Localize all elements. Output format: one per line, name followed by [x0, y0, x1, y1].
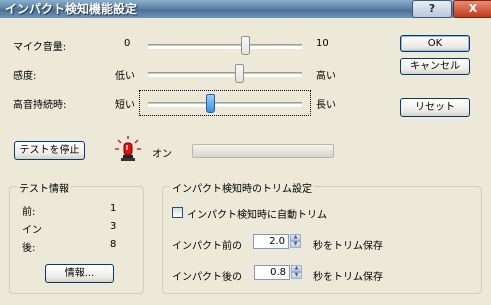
high-pitch-duration-max-label: 長い — [316, 100, 336, 111]
mic-volume-min-label: 0 — [124, 38, 131, 49]
slider-thumb[interactable] — [235, 64, 244, 83]
settings-dialog: インパクト検知機能設定 ? X マイク音量: 0 10 感度: 低い 高い 高音… — [0, 0, 491, 305]
sensitivity-min-label: 低い — [115, 71, 135, 82]
slider-thumb[interactable] — [206, 94, 215, 113]
trim-before-suffix: 秒をトリム保存 — [313, 241, 383, 252]
info-in-label: イン — [22, 225, 42, 236]
slider-track — [148, 44, 302, 49]
help-button[interactable]: ? — [412, 0, 452, 18]
test-info-title: テスト情報 — [17, 180, 71, 195]
auto-trim-checkbox[interactable] — [172, 207, 183, 218]
spin-down-icon[interactable]: ▼ — [290, 241, 301, 248]
info-before-value: 1 — [110, 203, 117, 214]
high-pitch-duration-label: 高音持続時: — [13, 100, 67, 111]
window-title: インパクト検知機能設定 — [5, 2, 138, 16]
title-bar: インパクト検知機能設定 ? X — [0, 0, 491, 18]
info-before-label: 前: — [22, 207, 36, 218]
indicator-status-text: オン — [152, 149, 172, 160]
info-button[interactable]: 情報... — [45, 264, 114, 283]
slider-track — [148, 72, 302, 77]
mic-volume-max-label: 10 — [316, 38, 329, 49]
high-pitch-duration-slider[interactable] — [139, 90, 311, 116]
trim-after-label: インパクト後の — [172, 272, 242, 283]
mic-volume-slider[interactable] — [148, 36, 302, 55]
sensitivity-label: 感度: — [13, 71, 37, 82]
info-after-value: 8 — [110, 239, 117, 250]
indicator-lamp-icon — [113, 135, 143, 165]
sensitivity-max-label: 高い — [316, 71, 336, 82]
info-in-value: 3 — [110, 221, 117, 232]
level-meter-bar — [192, 144, 334, 158]
spin-up-icon[interactable]: ▲ — [290, 234, 301, 241]
stop-test-button[interactable]: テストを停止 — [14, 141, 85, 160]
trim-before-input[interactable]: 2.0 — [253, 234, 289, 249]
mic-volume-label: マイク音量: — [13, 42, 67, 53]
sensitivity-slider[interactable] — [148, 64, 302, 83]
trim-after-suffix: 秒をトリム保存 — [313, 272, 383, 283]
trim-before-stepper[interactable]: ▲ ▼ — [290, 234, 301, 249]
ok-button[interactable]: OK — [400, 35, 470, 52]
close-button[interactable]: X — [453, 0, 491, 18]
spin-up-icon[interactable]: ▲ — [291, 265, 302, 272]
trim-after-input[interactable]: 0.8 — [254, 265, 290, 280]
cancel-button[interactable]: キャンセル — [400, 58, 470, 75]
info-after-label: 後: — [22, 243, 36, 254]
auto-trim-label: インパクト検知時に自動トリム — [187, 210, 327, 221]
high-pitch-duration-min-label: 短い — [115, 100, 135, 111]
trim-settings-title: インパクト検知時のトリム設定 — [170, 180, 314, 195]
reset-button[interactable]: リセット — [400, 98, 470, 117]
trim-before-label: インパクト前の — [172, 241, 242, 252]
spin-down-icon[interactable]: ▼ — [291, 272, 302, 279]
trim-after-stepper[interactable]: ▲ ▼ — [291, 265, 302, 280]
slider-track — [148, 102, 302, 107]
slider-thumb[interactable] — [240, 36, 250, 55]
